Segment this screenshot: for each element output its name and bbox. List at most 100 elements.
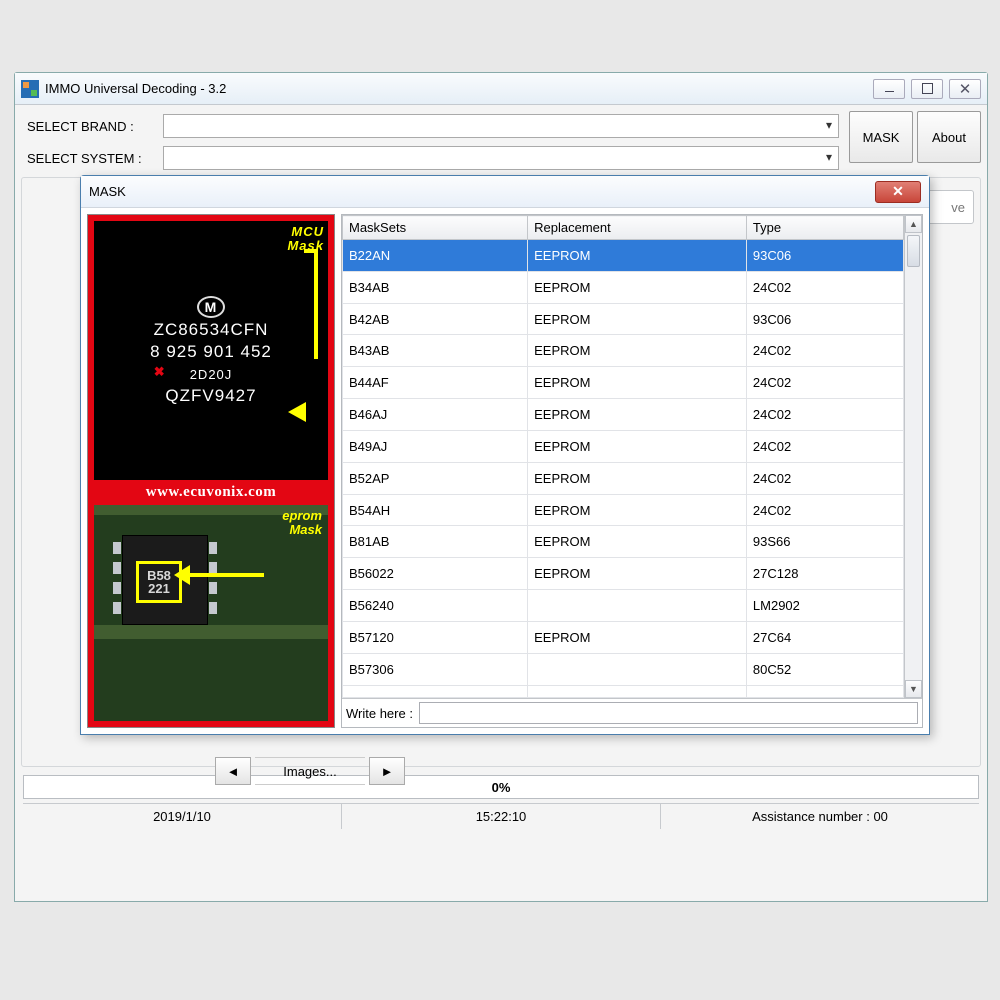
table-row[interactable]: B52APEEPROM24C02 [343,462,904,494]
chip-line1: ZC86534CFN [154,320,269,340]
cell: 24C02 [746,399,903,431]
scroll-thumb[interactable] [907,235,920,267]
cell: EEPROM [528,621,747,653]
close-button[interactable]: ✕ [949,79,981,99]
chip-line4: QZFV9427 [165,386,256,406]
cell: EEPROM [528,271,747,303]
col-replacement[interactable]: Replacement [528,216,747,240]
cell: EEPROM [528,526,747,558]
status-time: 15:22:10 [342,804,661,829]
cell: EEPROM [528,367,747,399]
cell: EEPROM [528,335,747,367]
cell: 24C02 [746,430,903,462]
dialog-close-button[interactable]: ✕ [875,181,921,203]
table-row[interactable]: B43ABEEPROM24C02 [343,335,904,367]
chip-image-panel: MCU Mask M ZC86534CFN 8 925 901 452 ✖ 2D… [87,214,335,728]
mcu-arrow-icon [304,249,318,359]
window-title: IMMO Universal Decoding - 3.2 [45,81,226,96]
cell: B44AF [343,367,528,399]
chip-line3: 2D20J [190,367,233,382]
table-row[interactable]: B57120EEPROM27C64 [343,621,904,653]
cell: B56240 [343,590,528,622]
table-row[interactable]: B34ABEEPROM24C02 [343,271,904,303]
table-row[interactable] [343,685,904,697]
write-here-input[interactable] [419,702,918,724]
mask-grid: MaskSets Replacement Type B22ANEEPROM93C… [341,214,923,728]
cell: EEPROM [528,303,747,335]
cell: 24C02 [746,271,903,303]
cell: 24C02 [746,335,903,367]
cell: 93C06 [746,240,903,272]
mcu-arrowhead-icon [288,402,306,422]
cell: B57306 [343,653,528,685]
images-prev-button[interactable]: ◄ [215,757,251,785]
chip-line2: 8 925 901 452 [150,342,272,362]
cell: B81AB [343,526,528,558]
cell: 93S66 [746,526,903,558]
table-row[interactable]: B46AJEEPROM24C02 [343,399,904,431]
cell: B56022 [343,558,528,590]
cell: 93C06 [746,303,903,335]
table-row[interactable]: B56240 LM2902 [343,590,904,622]
write-here-label: Write here : [346,706,413,721]
col-masksets[interactable]: MaskSets [343,216,528,240]
minimize-button[interactable] [873,79,905,99]
cell: 27C64 [746,621,903,653]
table-row[interactable]: B57306 80C52 [343,653,904,685]
select-system-combo[interactable] [163,146,839,170]
cell: B43AB [343,335,528,367]
images-next-button[interactable]: ► [369,757,405,785]
cell: 24C02 [746,367,903,399]
col-type[interactable]: Type [746,216,903,240]
cell: B49AJ [343,430,528,462]
dialog-titlebar[interactable]: MASK ✕ [81,176,929,208]
status-bar: 2019/1/10 15:22:10 Assistance number : 0… [23,803,979,829]
table-row[interactable]: B22ANEEPROM93C06 [343,240,904,272]
cell: B57120 [343,621,528,653]
titlebar[interactable]: IMMO Universal Decoding - 3.2 ✕ [15,73,987,105]
cell [528,653,747,685]
cell: LM2902 [746,590,903,622]
images-label: Images... [255,757,365,785]
cell: EEPROM [528,494,747,526]
table-row[interactable]: B54AHEEPROM24C02 [343,494,904,526]
cell: 24C02 [746,462,903,494]
status-date: 2019/1/10 [23,804,342,829]
scroll-down-icon[interactable]: ▼ [905,680,922,698]
maximize-button[interactable] [911,79,943,99]
cell: EEPROM [528,430,747,462]
eprom-arrow-icon [190,573,264,577]
select-brand-combo[interactable] [163,114,839,138]
cell: B42AB [343,303,528,335]
app-icon [21,80,39,98]
table-row[interactable]: B42ABEEPROM93C06 [343,303,904,335]
cell: 24C02 [746,494,903,526]
cell: EEPROM [528,558,747,590]
vendor-url: www.ecuvonix.com [88,480,334,505]
scroll-up-icon[interactable]: ▲ [905,215,922,233]
mask-button[interactable]: MASK [849,111,913,163]
cell: B46AJ [343,399,528,431]
table-row[interactable]: B49AJEEPROM24C02 [343,430,904,462]
status-assist: Assistance number : 00 [661,804,979,829]
cell: EEPROM [528,462,747,494]
cell: 27C128 [746,558,903,590]
cell: EEPROM [528,399,747,431]
progress-bar: 0% [23,775,979,799]
cell: B22AN [343,240,528,272]
grid-scrollbar[interactable]: ▲ ▼ [904,215,922,698]
table-row[interactable]: B56022EEPROM27C128 [343,558,904,590]
table-row[interactable]: B44AFEEPROM24C02 [343,367,904,399]
mask-dialog: MASK ✕ MCU Mask M ZC86534CFN 8 925 901 4… [80,175,930,735]
eprom-label-line1: eprom [282,509,322,523]
dialog-title: MASK [89,184,126,199]
cell [528,590,747,622]
cell: B54AH [343,494,528,526]
mcu-chip-area: MCU Mask M ZC86534CFN 8 925 901 452 ✖ 2D… [94,221,328,480]
table-row[interactable]: B81ABEEPROM93S66 [343,526,904,558]
mcu-label-line1: MCU [287,225,324,239]
cell: EEPROM [528,240,747,272]
about-button[interactable]: About [917,111,981,163]
select-system-label: SELECT SYSTEM : [27,151,157,166]
cell: 80C52 [746,653,903,685]
